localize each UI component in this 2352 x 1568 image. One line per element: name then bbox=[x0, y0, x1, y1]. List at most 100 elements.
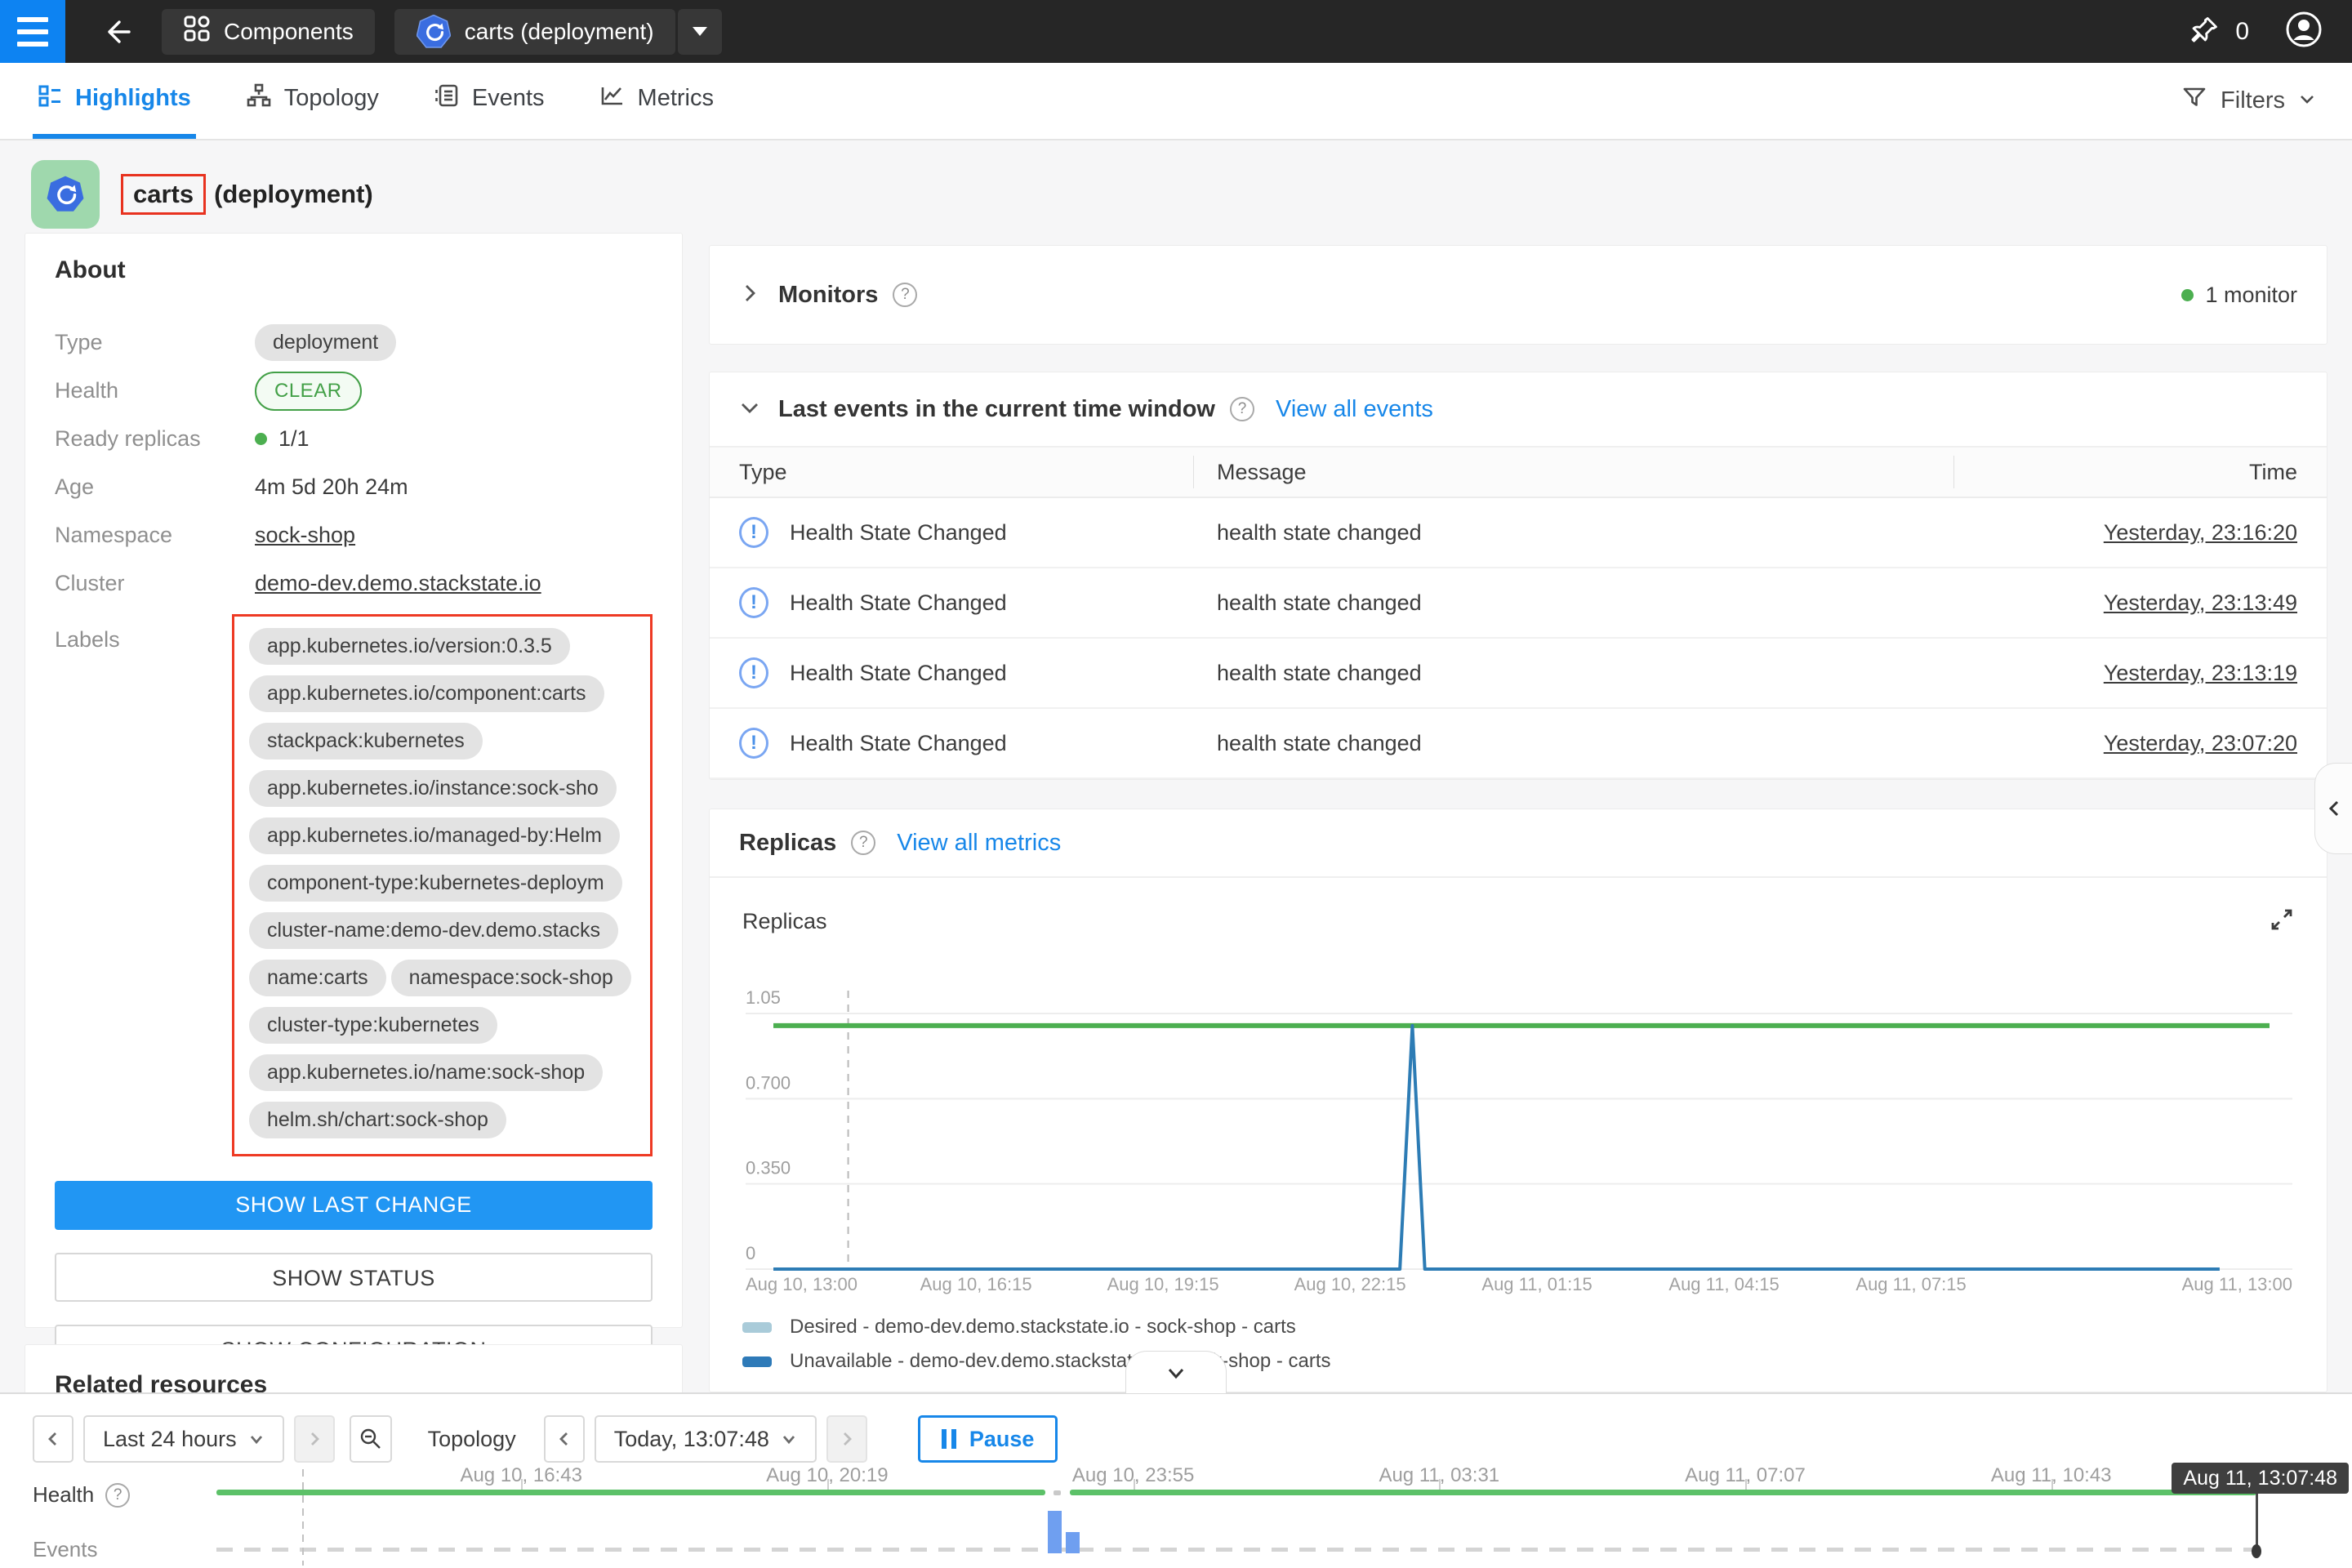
show-status-button[interactable]: SHOW STATUS bbox=[55, 1253, 653, 1302]
entity-header: carts (deployment) bbox=[31, 160, 373, 229]
page-content: carts (deployment) About Type deployment… bbox=[0, 140, 2352, 1392]
events-list-icon bbox=[434, 83, 459, 114]
svg-text:Aug 11, 04:15: Aug 11, 04:15 bbox=[1668, 1274, 1779, 1294]
green-status-dot bbox=[255, 433, 267, 445]
event-time-link[interactable]: Yesterday, 23:16:20 bbox=[2104, 520, 2297, 545]
view-all-events-link[interactable]: View all events bbox=[1276, 396, 1433, 423]
components-chip-label: Components bbox=[224, 19, 354, 45]
timeline-tick-mark bbox=[2051, 1479, 2053, 1490]
tab-topology-label: Topology bbox=[284, 85, 379, 112]
current-time-handle[interactable] bbox=[2252, 1544, 2261, 1558]
event-row[interactable]: !Health State Changedhealth state change… bbox=[710, 498, 2327, 568]
tab-metrics[interactable]: Metrics bbox=[595, 63, 719, 139]
entity-chip-label: carts (deployment) bbox=[465, 19, 654, 45]
about-row-namespace: Namespace sock-shop bbox=[55, 511, 653, 559]
entity-chip-dropdown[interactable] bbox=[678, 9, 722, 55]
event-message: health state changed bbox=[1193, 520, 1954, 546]
tab-topology[interactable]: Topology bbox=[242, 63, 384, 139]
event-time-link[interactable]: Yesterday, 23:07:20 bbox=[2104, 731, 2297, 755]
svg-text:0: 0 bbox=[746, 1243, 755, 1263]
chevron-down-icon[interactable] bbox=[739, 397, 760, 422]
column-type[interactable]: Type bbox=[739, 460, 1193, 485]
timeline-tick-mark bbox=[1134, 1479, 1135, 1490]
tab-highlights[interactable]: Highlights bbox=[33, 63, 196, 139]
replicas-chart[interactable]: 1.050.7000.3500Aug 10, 13:00Aug 10, 16:1… bbox=[710, 950, 2327, 1305]
help-icon[interactable]: ? bbox=[851, 831, 875, 855]
components-view-chip[interactable]: Components bbox=[162, 9, 375, 55]
event-row[interactable]: !Health State Changedhealth state change… bbox=[710, 639, 2327, 709]
health-label: Health bbox=[55, 378, 255, 403]
namespace-link[interactable]: sock-shop bbox=[255, 523, 355, 548]
legend-label: Unavailable - demo-dev.demo.stackstate.i… bbox=[790, 1350, 1331, 1373]
cluster-link[interactable]: demo-dev.demo.stackstate.io bbox=[255, 571, 541, 596]
current-time-badge: Aug 11, 13:07:48 bbox=[2172, 1463, 2349, 1494]
hamburger-menu-icon[interactable] bbox=[0, 0, 65, 63]
event-message: health state changed bbox=[1193, 731, 1954, 756]
label-pill: helm.sh/chart:sock-shop bbox=[249, 1102, 506, 1138]
type-value-pill: deployment bbox=[255, 324, 396, 361]
pin-icon[interactable] bbox=[2189, 14, 2221, 49]
page-title: carts bbox=[121, 174, 206, 215]
chevron-down-icon bbox=[2298, 87, 2316, 114]
current-time-line[interactable] bbox=[2256, 1494, 2258, 1549]
chevron-right-icon[interactable] bbox=[739, 283, 760, 308]
labels-highlight-box: app.kubernetes.io/version:0.3.5app.kuber… bbox=[232, 614, 653, 1156]
svg-text:Aug 10, 22:15: Aug 10, 22:15 bbox=[1294, 1274, 1406, 1294]
health-status-badge: CLEAR bbox=[255, 372, 362, 411]
health-status-bar[interactable] bbox=[216, 1490, 1045, 1495]
event-time-link[interactable]: Yesterday, 23:13:19 bbox=[2104, 661, 2297, 685]
legend-entry[interactable]: Unavailable - demo-dev.demo.stackstate.i… bbox=[742, 1344, 2294, 1379]
event-histogram-bar[interactable] bbox=[1048, 1511, 1062, 1553]
help-icon[interactable]: ? bbox=[1230, 397, 1254, 421]
help-icon[interactable]: ? bbox=[105, 1483, 130, 1508]
expand-chart-icon[interactable] bbox=[2270, 907, 2294, 936]
svg-text:Aug 11, 07:15: Aug 11, 07:15 bbox=[1855, 1274, 1966, 1294]
event-warning-icon: ! bbox=[739, 728, 768, 759]
monitor-count: 1 monitor bbox=[2181, 283, 2297, 308]
timeline-tick-mark bbox=[1745, 1479, 1747, 1490]
chart-title: Replicas bbox=[742, 909, 827, 934]
timeline-tick-mark bbox=[827, 1479, 829, 1490]
svg-text:1.05: 1.05 bbox=[746, 987, 781, 1008]
events-table-body: !Health State Changedhealth state change… bbox=[710, 498, 2327, 779]
timeline-events-label: Events bbox=[33, 1537, 98, 1562]
event-histogram-bar[interactable] bbox=[1066, 1532, 1080, 1553]
column-time[interactable]: Time bbox=[1954, 460, 2297, 485]
health-status-bar[interactable] bbox=[1070, 1490, 2256, 1495]
svg-text:Aug 10, 13:00: Aug 10, 13:00 bbox=[746, 1274, 858, 1294]
label-pill: namespace:sock-shop bbox=[391, 960, 631, 996]
view-all-metrics-link[interactable]: View all metrics bbox=[897, 830, 1061, 857]
event-time-link[interactable]: Yesterday, 23:13:49 bbox=[2104, 590, 2297, 615]
namespace-label: Namespace bbox=[55, 523, 255, 548]
entity-chip[interactable]: carts (deployment) bbox=[394, 9, 675, 55]
back-arrow-icon[interactable] bbox=[90, 6, 142, 58]
health-events-timeline[interactable]: Aug 10, 16:43Aug 10, 20:19Aug 10, 23:55A… bbox=[0, 1394, 2352, 1568]
events-section-heading: Last events in the current time window bbox=[778, 396, 1215, 423]
replicas-section-heading: Replicas bbox=[739, 830, 836, 857]
monitors-heading: Monitors bbox=[778, 282, 878, 309]
user-avatar-icon[interactable] bbox=[2285, 11, 2323, 52]
about-row-age: Age 4m 5d 20h 24m bbox=[55, 463, 653, 511]
label-pill: app.kubernetes.io/managed-by:Helm bbox=[249, 817, 620, 854]
health-gap-dot bbox=[1054, 1490, 1061, 1495]
label-pill: name:carts bbox=[249, 960, 386, 996]
topology-icon bbox=[247, 83, 271, 114]
type-label: Type bbox=[55, 330, 255, 355]
filters-button[interactable]: Filters bbox=[2181, 63, 2316, 139]
about-row-cluster: Cluster demo-dev.demo.stackstate.io bbox=[55, 559, 653, 608]
collapse-section-tab[interactable] bbox=[1125, 1351, 1227, 1393]
filters-label: Filters bbox=[2221, 87, 2285, 114]
label-pill: cluster-name:demo-dev.demo.stacks bbox=[249, 912, 618, 949]
monitor-count-label: 1 monitor bbox=[2205, 283, 2297, 308]
label-pill: app.kubernetes.io/name:sock-shop bbox=[249, 1054, 603, 1091]
tab-events[interactable]: Events bbox=[430, 63, 550, 139]
about-panel: About Type deployment Health CLEAR Ready… bbox=[24, 233, 683, 1328]
right-panel-collapse-tab[interactable] bbox=[2314, 763, 2352, 854]
event-row[interactable]: !Health State Changedhealth state change… bbox=[710, 709, 2327, 779]
column-message[interactable]: Message bbox=[1194, 460, 1953, 485]
event-row[interactable]: !Health State Changedhealth state change… bbox=[710, 568, 2327, 639]
legend-entry[interactable]: Desired - demo-dev.demo.stackstate.io - … bbox=[742, 1310, 2294, 1344]
highlights-icon bbox=[38, 83, 62, 114]
show-last-change-button[interactable]: SHOW LAST CHANGE bbox=[55, 1181, 653, 1230]
help-icon[interactable]: ? bbox=[893, 283, 917, 307]
